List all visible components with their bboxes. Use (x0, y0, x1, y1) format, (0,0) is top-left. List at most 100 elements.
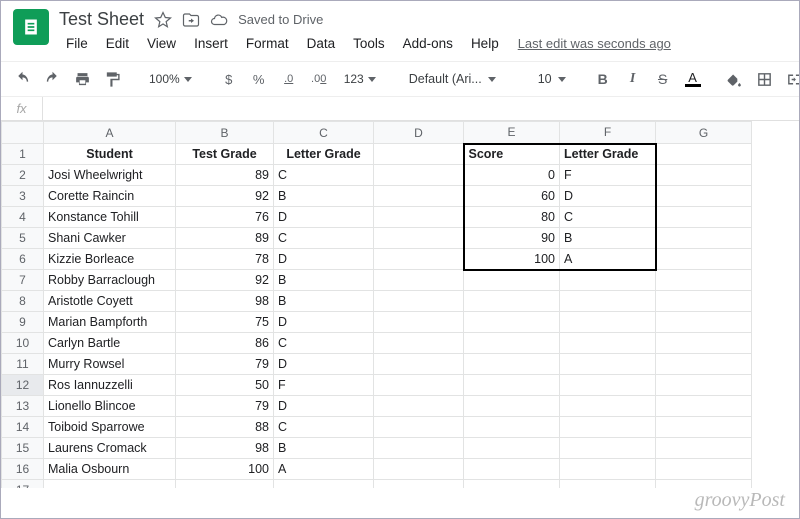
cell-G9[interactable] (656, 312, 752, 333)
cell-F11[interactable] (560, 354, 656, 375)
cell-F3[interactable]: D (560, 186, 656, 207)
cell-D10[interactable] (374, 333, 464, 354)
cell-F4[interactable]: C (560, 207, 656, 228)
cell-B13[interactable]: 79 (176, 396, 274, 417)
bold-button[interactable]: B (592, 67, 614, 91)
cell-G4[interactable] (656, 207, 752, 228)
cell-C16[interactable]: A (274, 459, 374, 480)
menu-edit[interactable]: Edit (99, 32, 136, 55)
cell-D7[interactable] (374, 270, 464, 291)
redo-icon[interactable] (41, 67, 63, 91)
cell-F12[interactable] (560, 375, 656, 396)
menu-tools[interactable]: Tools (346, 32, 392, 55)
row-header-17[interactable]: 17 (2, 480, 44, 489)
cell-B15[interactable]: 98 (176, 438, 274, 459)
sheets-logo-icon[interactable] (13, 9, 49, 45)
cell-F16[interactable] (560, 459, 656, 480)
cell-E5[interactable]: 90 (464, 228, 560, 249)
cell-E12[interactable] (464, 375, 560, 396)
cell-G2[interactable] (656, 165, 752, 186)
font-size-select[interactable]: 10 (532, 67, 572, 91)
spreadsheet-grid[interactable]: ABCDEFG1StudentTest GradeLetter GradeSco… (1, 121, 799, 488)
cell-G11[interactable] (656, 354, 752, 375)
col-header-C[interactable]: C (274, 122, 374, 144)
cell-F1[interactable]: Letter Grade (560, 144, 656, 165)
cell-C7[interactable]: B (274, 270, 374, 291)
row-header-6[interactable]: 6 (2, 249, 44, 270)
strikethrough-button[interactable]: S (652, 67, 674, 91)
row-header-1[interactable]: 1 (2, 144, 44, 165)
menu-data[interactable]: Data (300, 32, 343, 55)
cell-D6[interactable] (374, 249, 464, 270)
cell-F14[interactable] (560, 417, 656, 438)
cell-G6[interactable] (656, 249, 752, 270)
row-header-9[interactable]: 9 (2, 312, 44, 333)
cell-D13[interactable] (374, 396, 464, 417)
col-header-B[interactable]: B (176, 122, 274, 144)
cell-D3[interactable] (374, 186, 464, 207)
row-header-13[interactable]: 13 (2, 396, 44, 417)
cell-C4[interactable]: D (274, 207, 374, 228)
cell-E13[interactable] (464, 396, 560, 417)
cell-C11[interactable]: D (274, 354, 374, 375)
cell-B16[interactable]: 100 (176, 459, 274, 480)
cell-B10[interactable]: 86 (176, 333, 274, 354)
cell-A6[interactable]: Kizzie Borleace (44, 249, 176, 270)
cell-G1[interactable] (656, 144, 752, 165)
cell-B1[interactable]: Test Grade (176, 144, 274, 165)
cell-E14[interactable] (464, 417, 560, 438)
cell-G5[interactable] (656, 228, 752, 249)
cell-B8[interactable]: 98 (176, 291, 274, 312)
row-header-4[interactable]: 4 (2, 207, 44, 228)
percent-button[interactable]: % (248, 67, 270, 91)
cell-A13[interactable]: Lionello Blincoe (44, 396, 176, 417)
cell-B2[interactable]: 89 (176, 165, 274, 186)
col-header-D[interactable]: D (374, 122, 464, 144)
cell-A15[interactable]: Laurens Cromack (44, 438, 176, 459)
cell-C2[interactable]: C (274, 165, 374, 186)
increase-decimal-button[interactable]: .00 (308, 67, 330, 91)
cell-G17[interactable] (656, 480, 752, 489)
col-header-F[interactable]: F (560, 122, 656, 144)
more-formats-select[interactable]: 123 (338, 67, 382, 91)
cell-E15[interactable] (464, 438, 560, 459)
row-header-11[interactable]: 11 (2, 354, 44, 375)
cell-G10[interactable] (656, 333, 752, 354)
cell-A10[interactable]: Carlyn Bartle (44, 333, 176, 354)
print-icon[interactable] (71, 67, 93, 91)
cell-C10[interactable]: C (274, 333, 374, 354)
cell-G7[interactable] (656, 270, 752, 291)
cell-A1[interactable]: Student (44, 144, 176, 165)
cell-E3[interactable]: 60 (464, 186, 560, 207)
cell-A9[interactable]: Marian Bampforth (44, 312, 176, 333)
row-header-14[interactable]: 14 (2, 417, 44, 438)
decrease-decimal-button[interactable]: .0 (278, 67, 300, 91)
cell-A4[interactable]: Konstance Tohill (44, 207, 176, 228)
cell-F10[interactable] (560, 333, 656, 354)
cell-G15[interactable] (656, 438, 752, 459)
cell-C8[interactable]: B (274, 291, 374, 312)
cell-F5[interactable]: B (560, 228, 656, 249)
cell-C1[interactable]: Letter Grade (274, 144, 374, 165)
last-edit-link[interactable]: Last edit was seconds ago (518, 36, 671, 51)
cell-D16[interactable] (374, 459, 464, 480)
cell-B4[interactable]: 76 (176, 207, 274, 228)
cell-A11[interactable]: Murry Rowsel (44, 354, 176, 375)
menu-addons[interactable]: Add-ons (396, 32, 460, 55)
cell-A7[interactable]: Robby Barraclough (44, 270, 176, 291)
select-all-corner[interactable] (2, 122, 44, 144)
cell-D11[interactable] (374, 354, 464, 375)
cell-F15[interactable] (560, 438, 656, 459)
cell-B7[interactable]: 92 (176, 270, 274, 291)
cell-D4[interactable] (374, 207, 464, 228)
row-header-3[interactable]: 3 (2, 186, 44, 207)
cell-B11[interactable]: 79 (176, 354, 274, 375)
cell-A14[interactable]: Toiboid Sparrowe (44, 417, 176, 438)
cell-B12[interactable]: 50 (176, 375, 274, 396)
row-header-15[interactable]: 15 (2, 438, 44, 459)
cell-C5[interactable]: C (274, 228, 374, 249)
row-header-2[interactable]: 2 (2, 165, 44, 186)
cell-A8[interactable]: Aristotle Coyett (44, 291, 176, 312)
cell-A5[interactable]: Shani Cawker (44, 228, 176, 249)
merge-cells-icon[interactable] (784, 67, 800, 91)
